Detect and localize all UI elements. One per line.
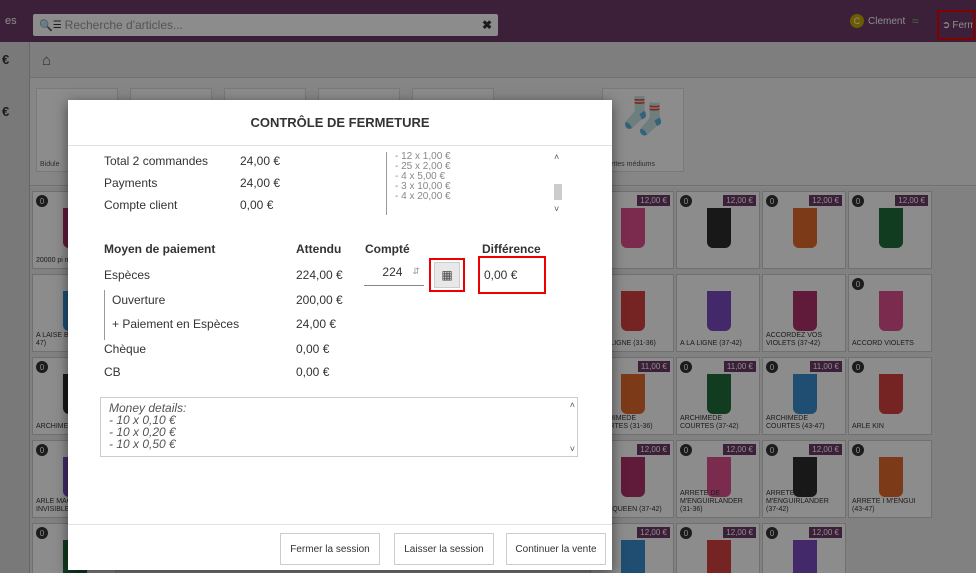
payment-details-list[interactable]: - 12 x 1,00 € - 25 x 2,00 € - 4 x 5,00 €…	[386, 152, 566, 215]
cash-payment-label: + Paiement en Espèces	[112, 317, 240, 331]
summary-label: Payments	[104, 176, 158, 190]
money-detail-line: - 10 x 0,10 €	[109, 413, 176, 427]
money-detail-line: Money details:	[109, 401, 187, 415]
opening-value: 200,00 €	[296, 293, 343, 307]
money-detail-line: - 10 x 0,50 €	[109, 437, 176, 451]
cash-difference: 0,00 €	[478, 256, 546, 294]
cash-payment-value: 24,00 €	[296, 317, 337, 331]
money-detail-line: - 10 x 0,20 €	[109, 425, 176, 439]
opening-label: Ouverture	[112, 293, 166, 307]
chevron-up-icon[interactable]: ˄	[570, 400, 575, 410]
summary-value: 0,00 €	[240, 198, 274, 212]
dialog-footer: Fermer la session Laisser la session Con…	[68, 524, 612, 570]
header-expected: Attendu	[296, 242, 342, 256]
summary-label: Total 2 commandes	[104, 154, 209, 168]
chevron-down-icon[interactable]: ˅	[554, 204, 559, 214]
cash-counted-input[interactable]: 224 ⇵	[364, 258, 424, 286]
money-details-textarea[interactable]: Money details: - 10 x 0,10 € - 10 x 0,20…	[100, 397, 578, 457]
chevron-down-icon[interactable]: ˅	[570, 444, 575, 454]
summary-value: 24,00 €	[240, 154, 281, 168]
cb-value: 0,00 €	[296, 365, 330, 379]
dialog-title: CONTRÔLE DE FERMETURE	[68, 100, 612, 146]
summary-value: 24,00 €	[240, 176, 281, 190]
detail-line: - 4 x 20,00 €	[395, 191, 451, 202]
continue-sale-button[interactable]: Continuer la vente	[506, 533, 606, 565]
calculator-icon: ▦	[434, 262, 460, 288]
closing-control-dialog: CONTRÔLE DE FERMETURE Total 2 commandes …	[68, 100, 612, 570]
header-difference: Différence	[482, 242, 541, 256]
chevron-up-icon[interactable]: ˄	[554, 152, 559, 162]
details-scrollbar[interactable]: ˄ ˅	[554, 152, 564, 214]
cash-counted-value: 224	[382, 264, 403, 279]
sub-items-divider	[104, 290, 105, 340]
header-counted: Compté	[365, 242, 410, 256]
cheque-value: 0,00 €	[296, 342, 330, 356]
cash-expected: 224,00 €	[296, 268, 343, 282]
cb-label: CB	[104, 365, 121, 379]
pos-app: es 🔍 ☰ Recherche d'articles... ✖ C Cleme…	[0, 0, 976, 573]
scroll-thumb[interactable]	[554, 184, 562, 200]
cheque-label: Chèque	[104, 342, 147, 356]
header-payment-method: Moyen de paiement	[104, 242, 216, 256]
cash-label: Espèces	[104, 268, 151, 282]
calculator-button[interactable]: ▦	[429, 258, 465, 292]
close-session-button[interactable]: Fermer la session	[280, 533, 380, 565]
stepper-icon[interactable]: ⇵	[412, 266, 420, 277]
summary-label: Compte client	[104, 198, 178, 212]
leave-session-button[interactable]: Laisser la session	[394, 533, 494, 565]
